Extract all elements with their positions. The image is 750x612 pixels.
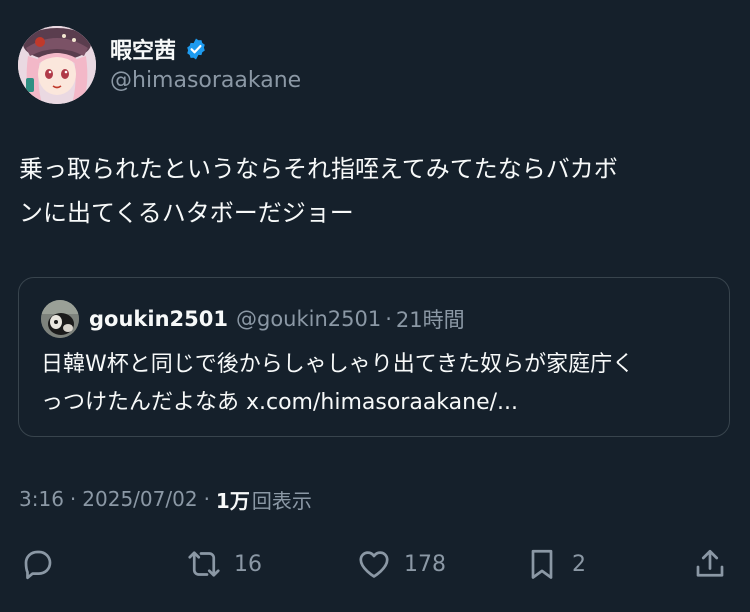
tweet-page: 暇空茜 @himasoraakane 乗っ取られたというならそれ指咥えてみてたな… [0, 0, 750, 612]
views-label[interactable]: 回表示 [252, 485, 312, 514]
quoted-tweet-time: 21時間 [395, 308, 465, 332]
tweet-text-line: 乗っ取られたというならそれ指咥えてみてたならバカボ [19, 155, 618, 183]
quoted-author-handle: @goukin2501 [235, 307, 382, 331]
tweet-time[interactable]: 3:16 [19, 487, 64, 511]
author-display-name[interactable]: 暇空茜 [110, 33, 176, 65]
meta-separator: · [203, 487, 210, 511]
retweet-button[interactable]: 16 [186, 540, 262, 588]
bookmark-icon [531, 549, 553, 579]
tweet-meta: 3:16 · 2025/07/02 · 1万 回表示 [19, 484, 312, 514]
reply-button[interactable] [20, 540, 68, 588]
share-button[interactable] [692, 540, 740, 588]
tweet-date[interactable]: 2025/07/02 [82, 487, 197, 511]
quoted-author-avatar-image [41, 300, 79, 338]
retweet-count: 16 [234, 551, 262, 577]
author-handle[interactable]: @himasoraakane [110, 68, 301, 93]
tweet-actions: 16 178 2 [0, 540, 750, 588]
like-count: 178 [404, 551, 446, 577]
bookmark-count: 2 [572, 551, 586, 577]
heart-icon [359, 551, 389, 578]
tweet-text: 乗っ取られたというならそれ指咥えてみてたならバカボ ンに出てくるハタボーだジョー [19, 147, 731, 235]
quoted-tweet-text-line: っつけたんだよなあ x.com/himasoraakane/... [41, 390, 519, 415]
author-avatar[interactable] [18, 26, 96, 104]
verified-badge-icon [187, 38, 205, 60]
author-name-row: 暇空茜 [110, 34, 208, 64]
quoted-tweet-separator: · [385, 307, 392, 331]
quoted-tweet-text-line: 日韓W杯と同じで後からしゃしゃり出てきた奴らが家庭庁く [41, 352, 635, 377]
share-icon [696, 549, 724, 577]
quoted-author-avatar[interactable] [41, 300, 79, 338]
reply-icon [24, 550, 52, 580]
quoted-tweet-header: goukin2501 @goukin2501 · 21時間 [89, 304, 465, 334]
quoted-author-display-name: goukin2501 [89, 307, 228, 331]
bookmark-button[interactable]: 2 [524, 540, 586, 588]
quoted-tweet-card[interactable]: goukin2501 @goukin2501 · 21時間 日韓W杯と同じで後か… [18, 277, 730, 437]
retweet-icon [188, 551, 220, 577]
views-count[interactable]: 1万 [216, 485, 250, 514]
quoted-tweet-text: 日韓W杯と同じで後からしゃしゃり出てきた奴らが家庭庁く っつけたんだよなあ x.… [41, 346, 721, 422]
author-avatar-image [18, 26, 96, 104]
like-button[interactable]: 178 [356, 540, 446, 588]
tweet-text-line: ンに出てくるハタボーだジョー [19, 199, 354, 227]
meta-separator: · [69, 487, 77, 511]
